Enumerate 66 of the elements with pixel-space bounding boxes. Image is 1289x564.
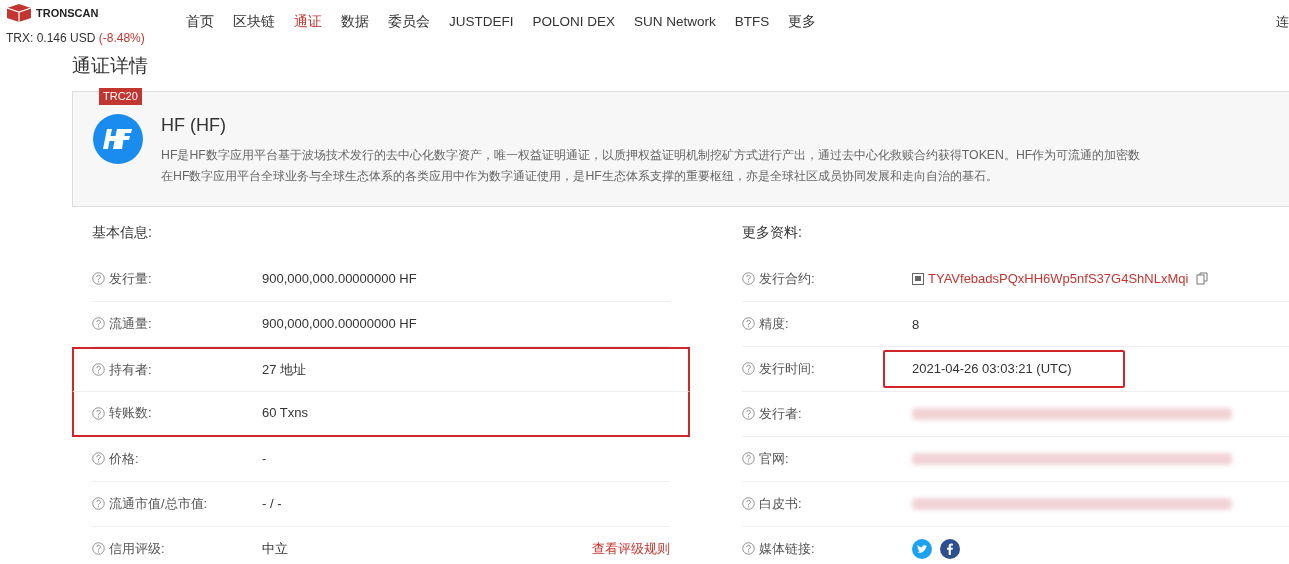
help-icon[interactable] xyxy=(92,272,105,285)
help-icon[interactable] xyxy=(742,542,755,555)
contract-icon xyxy=(912,272,924,285)
field-label: 白皮书: xyxy=(759,494,802,513)
facebook-icon[interactable] xyxy=(940,538,960,559)
nav-link[interactable]: 通证 xyxy=(294,12,322,33)
token-description: HF是HF数字应用平台基于波场技术发行的去中心化数字资产，唯一权益证明通证，以质押权益证明机制挖矿方式进行产出，通过去中心化救赎合约获得TOKEN。HF作为可流通的加密数 xyxy=(161,146,1141,164)
field-label: 精度: xyxy=(759,314,789,333)
field-label: 信用评级: xyxy=(109,539,165,558)
nav-link[interactable]: 数据 xyxy=(341,12,369,33)
help-icon[interactable] xyxy=(92,452,105,465)
nav-link[interactable]: SUN Network xyxy=(634,12,716,33)
twitter-icon[interactable] xyxy=(912,538,932,559)
price-change: (-8.48%) xyxy=(98,31,145,45)
field-label: 发行时间: xyxy=(759,359,815,378)
nav-link[interactable]: JUSTDEFI xyxy=(449,12,514,33)
field-label: 转账数: xyxy=(109,404,152,423)
token-logo-icon xyxy=(93,113,143,164)
help-icon[interactable] xyxy=(92,406,105,420)
field-label: 流通量: xyxy=(109,314,152,333)
trx-price: TRX: 0.146 USD xyxy=(6,31,96,45)
section-title: 更多资料: xyxy=(742,223,803,242)
nav-link[interactable]: BTFS xyxy=(734,12,770,33)
page-title: 通证详情 xyxy=(72,54,149,78)
help-icon[interactable] xyxy=(742,317,755,330)
token-standard-badge: TRC20 xyxy=(99,87,142,105)
field-value: 900,000,000.00000000 HF xyxy=(262,314,417,333)
section-title: 基本信息: xyxy=(92,223,153,242)
nav-link[interactable]: 委员会 xyxy=(388,12,430,33)
field-value: 2021-04-26 03:03:21 (UTC) xyxy=(912,359,1072,378)
help-icon[interactable] xyxy=(742,272,755,285)
field-value: 8 xyxy=(912,316,920,332)
nav-link[interactable]: POLONI DEX xyxy=(532,12,616,33)
help-icon[interactable] xyxy=(92,542,105,555)
field-label: 价格: xyxy=(109,449,139,468)
token-name: HF (HF) xyxy=(161,113,227,137)
help-icon[interactable] xyxy=(742,497,755,510)
field-label: 发行者: xyxy=(759,404,802,423)
nav-link[interactable]: 更多 xyxy=(788,12,817,33)
field-label: 持有者: xyxy=(109,360,152,379)
field-label: 发行量: xyxy=(109,269,152,288)
help-icon[interactable] xyxy=(742,407,755,420)
field-label: 发行合约: xyxy=(759,269,815,288)
field-value: 27 地址 xyxy=(262,360,307,379)
field-value: - xyxy=(262,449,267,468)
help-icon[interactable] xyxy=(92,363,105,376)
field-value: 900,000,000.00000000 HF xyxy=(262,269,417,288)
help-icon[interactable] xyxy=(92,497,105,510)
field-label: 官网: xyxy=(759,449,789,468)
nav-link[interactable]: 首页 xyxy=(186,12,214,33)
help-icon[interactable] xyxy=(92,317,105,330)
nav-link[interactable]: 区块链 xyxy=(233,12,275,33)
rating-rules-link[interactable]: 查看评级规则 xyxy=(592,538,670,559)
contract-link[interactable]: TYAVfebadsPQxHH6Wp5nfS37G4ShNLxMqi xyxy=(928,268,1189,289)
field-value: 中立 xyxy=(262,539,288,558)
field-value: - / - xyxy=(262,494,282,513)
help-icon[interactable] xyxy=(742,452,755,465)
field-label: 流通市值/总市值: xyxy=(109,494,208,513)
help-icon[interactable] xyxy=(742,362,755,375)
token-description: 在HF数字应用平台全球业务与全球生态体系的各类应用中作为数字通证使用，是HF生态体系支撑的重要枢纽，亦是全球社区成员协同发展和走向自治的基石。 xyxy=(161,167,999,185)
nav-link[interactable]: 连 xyxy=(1276,0,1289,32)
field-label: 媒体链接: xyxy=(759,539,815,558)
brand-name[interactable]: TRONSCAN xyxy=(36,4,99,22)
field-value: 60 Txns xyxy=(262,404,308,423)
cube-logo-icon[interactable] xyxy=(6,3,32,23)
copy-icon[interactable] xyxy=(1196,272,1209,285)
